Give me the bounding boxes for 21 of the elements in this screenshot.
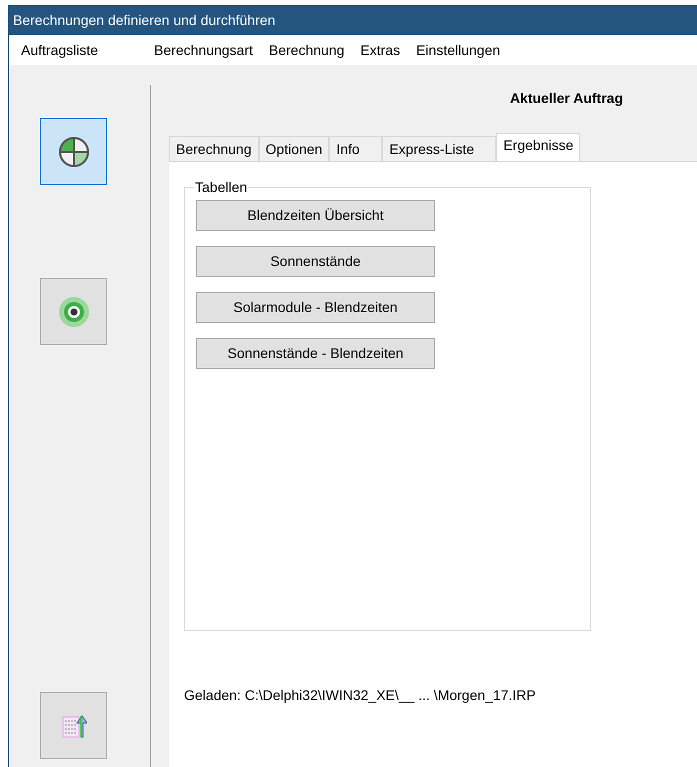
table-button[interactable]: Sonnenstände - Blendzeiten [196, 338, 435, 369]
target-icon [58, 296, 90, 328]
menu-item[interactable]: Berechnung [260, 40, 352, 60]
menu-item[interactable]: Auftragsliste [9, 40, 106, 60]
menu-item[interactable]: Einstellungen [408, 40, 508, 60]
pie-chart-icon [58, 136, 90, 168]
menu-item[interactable]: Berechnungsart [146, 40, 261, 60]
table-button[interactable]: Blendzeiten Übersicht [196, 200, 435, 231]
tab[interactable]: Info [329, 136, 382, 161]
heading: Aktueller Auftrag [508, 89, 624, 108]
sidebar-button[interactable] [40, 118, 107, 185]
menu-item[interactable]: Extras [352, 40, 408, 60]
list-upload-icon [60, 712, 86, 738]
status-text: Geladen: C:\Delphi32\IWIN32_XE\__ ... \Morgen_17.IRP [184, 686, 537, 705]
tab[interactable]: Ergebnisse [496, 133, 580, 161]
window-title: Berechnungen definieren und durchführen [9, 5, 697, 35]
tab[interactable]: Berechnung [169, 136, 259, 161]
table-button[interactable]: Solarmodule - Blendzeiten [196, 292, 435, 323]
tab[interactable]: Express-Liste [382, 136, 496, 161]
tab[interactable]: Optionen [258, 136, 330, 161]
table-button[interactable]: Sonnenstände [196, 246, 435, 277]
